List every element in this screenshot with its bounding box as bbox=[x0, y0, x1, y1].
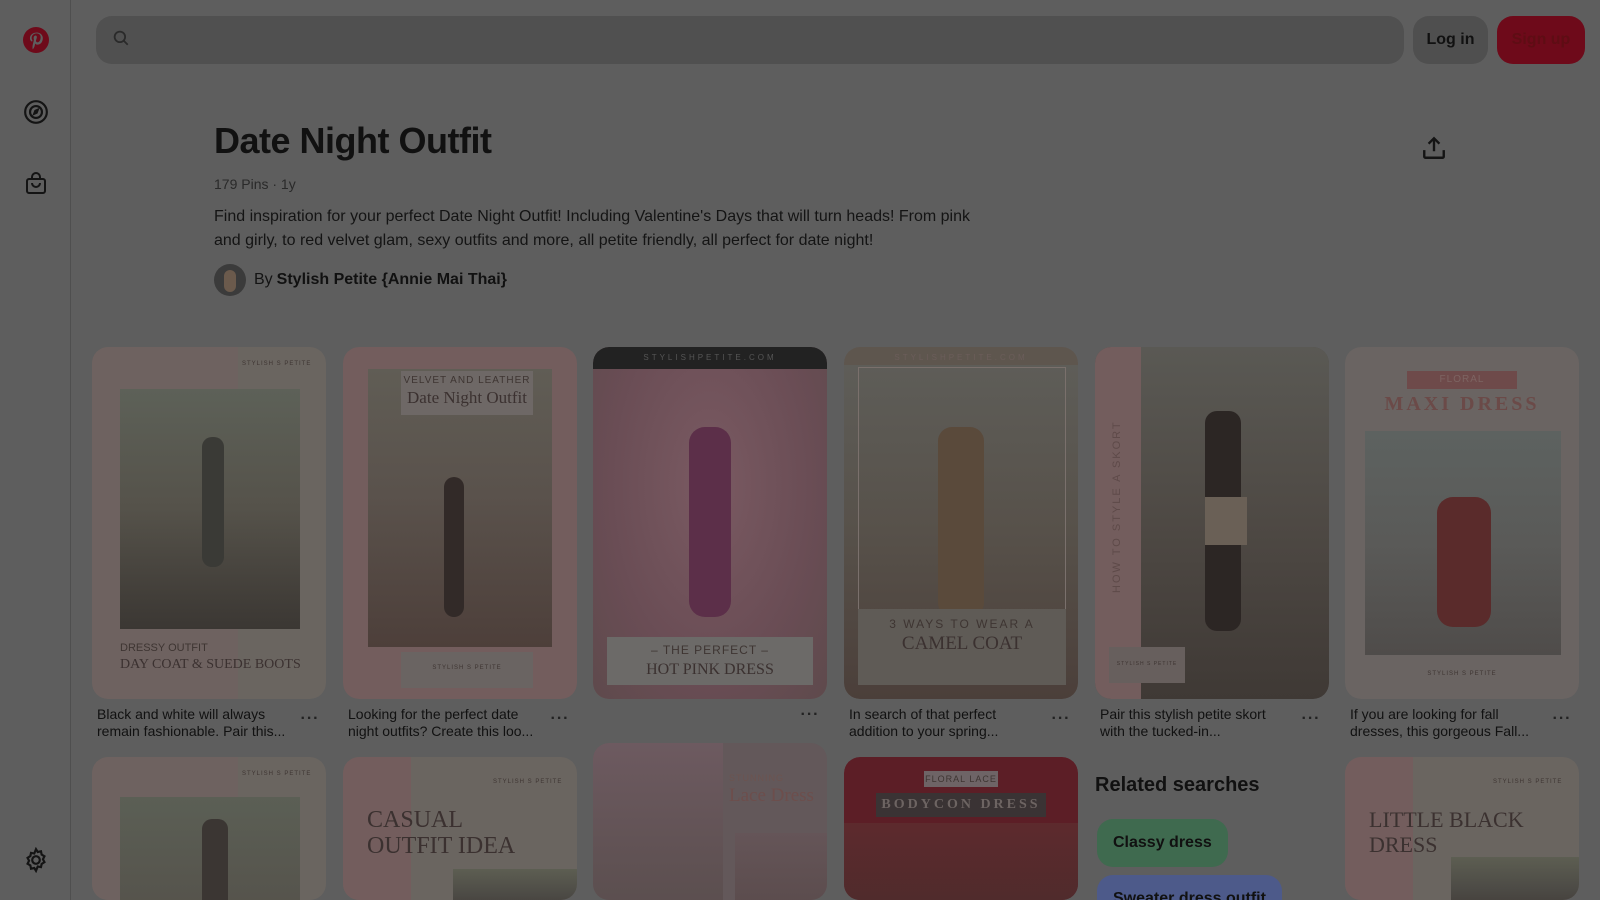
more-options-icon[interactable]: ··· bbox=[1550, 710, 1574, 728]
more-options-icon[interactable]: ··· bbox=[298, 710, 322, 728]
pin-overlay-small: STYLISHPETITE.COM bbox=[894, 353, 1028, 362]
related-chip-classy-dress[interactable]: Classy dress bbox=[1097, 819, 1228, 867]
pin-overlay-small: VELVET AND LEATHER bbox=[403, 375, 531, 386]
pin-image[interactable]: STUNNING Lace Dress bbox=[593, 743, 827, 900]
search-input[interactable] bbox=[140, 16, 1404, 64]
pin-card[interactable]: STYLISH S PETITE LITTLE BLACK DRESS bbox=[1345, 757, 1579, 900]
related-searches-title: Related searches bbox=[1095, 774, 1260, 796]
pin-brand: STYLISH S PETITE bbox=[432, 665, 502, 671]
pin-overlay-title-2: OUTFIT IDEA bbox=[367, 833, 516, 859]
pin-card[interactable]: HOW TO STYLE A SKORT STYLISH S PETITE bbox=[1095, 347, 1329, 699]
pin-brand: STYLISH S PETITE bbox=[1427, 671, 1497, 677]
pin-caption[interactable]: If you are looking for fall dresses, this… bbox=[1350, 706, 1546, 740]
pin-brand: STYLISH S PETITE bbox=[242, 771, 312, 777]
pin-brand: STYLISH S PETITE bbox=[1116, 661, 1178, 667]
pin-image[interactable]: FLORAL LACE BODYCON DRESS bbox=[844, 757, 1078, 900]
more-options-icon[interactable]: ··· bbox=[1049, 710, 1073, 728]
pin-card[interactable]: STYLISHPETITE.COM 3 WAYS TO WEAR A CAMEL… bbox=[844, 347, 1078, 699]
pin-overlay-line1: 3 WAYS TO WEAR A bbox=[889, 617, 1035, 631]
pin-caption[interactable]: In search of that perfect addition to you… bbox=[849, 706, 1045, 740]
pin-overlay-title: Date Night Outfit bbox=[407, 388, 527, 407]
pin-overlay-title: HOT PINK DRESS bbox=[646, 661, 774, 678]
pin-image[interactable]: STYLISH S PETITE bbox=[92, 757, 326, 900]
pin-image[interactable]: HOW TO STYLE A SKORT STYLISH S PETITE bbox=[1095, 347, 1329, 699]
share-icon[interactable] bbox=[1414, 128, 1454, 168]
owner-name[interactable]: Stylish Petite {Annie Mai Thai} bbox=[277, 271, 507, 289]
pin-image[interactable]: STYLISHPETITE.COM 3 WAYS TO WEAR A CAMEL… bbox=[844, 347, 1078, 699]
pin-card[interactable]: STYLISHPETITE.COM – THE PERFECT – HOT PI… bbox=[593, 347, 827, 699]
board-meta: 179 Pins · 1y bbox=[214, 176, 296, 192]
pin-overlay-line1: – THE PERFECT – bbox=[651, 643, 769, 657]
more-options-icon[interactable]: ··· bbox=[548, 710, 572, 728]
pin-overlay-title-1: CASUAL bbox=[367, 807, 464, 833]
pin-card[interactable]: FLORAL LACE BODYCON DRESS bbox=[844, 757, 1078, 900]
pin-overlay-title-1: LITTLE BLACK bbox=[1369, 807, 1524, 832]
search-icon bbox=[112, 29, 130, 52]
pin-brand: STYLISH S PETITE bbox=[1493, 779, 1563, 785]
pin-caption[interactable]: Pair this stylish petite skort with the t… bbox=[1100, 706, 1296, 740]
by-label: By bbox=[254, 271, 273, 288]
pin-image[interactable]: FLORAL MAXI DRESS STYLISH S PETITE bbox=[1345, 347, 1579, 699]
pin-image[interactable]: STYLISH S PETITE DRESSY OUTFIT DAY COAT … bbox=[92, 347, 326, 699]
pin-image[interactable]: STYLISHPETITE.COM – THE PERFECT – HOT PI… bbox=[593, 347, 827, 699]
pin-image[interactable]: STYLISH S PETITE LITTLE BLACK DRESS bbox=[1345, 757, 1579, 900]
signup-button[interactable]: Sign up bbox=[1497, 16, 1585, 64]
more-options-icon[interactable]: ··· bbox=[798, 706, 822, 724]
pin-overlay-title: Lace Dress bbox=[729, 785, 814, 806]
pin-card[interactable]: STYLISH S PETITE DRESSY OUTFIT DAY COAT … bbox=[92, 347, 326, 699]
pin-card[interactable]: STUNNING Lace Dress bbox=[593, 743, 827, 900]
related-chip-sweater-dress-outfit[interactable]: Sweater dress outfit bbox=[1097, 875, 1282, 900]
pin-image[interactable]: STYLISH S PETITE CASUAL OUTFIT IDEA bbox=[343, 757, 577, 900]
pin-card[interactable]: FLORAL MAXI DRESS STYLISH S PETITE bbox=[1345, 347, 1579, 699]
pinterest-logo-icon[interactable] bbox=[16, 20, 56, 60]
pin-overlay-small: DRESSY OUTFIT bbox=[120, 642, 208, 654]
pin-caption[interactable]: Looking for the perfect date night outfit… bbox=[348, 706, 544, 740]
pin-overlay-title-2: DRESS bbox=[1369, 832, 1438, 857]
pin-overlay-title: CAMEL COAT bbox=[901, 633, 1023, 654]
pin-overlay-title: BODYCON DRESS bbox=[881, 797, 1041, 812]
pin-card[interactable]: VELVET AND LEATHER Date Night Outfit STY… bbox=[343, 347, 577, 699]
more-options-icon[interactable]: ··· bbox=[1299, 710, 1323, 728]
gear-icon[interactable] bbox=[16, 840, 56, 880]
login-button[interactable]: Log in bbox=[1413, 16, 1488, 64]
board-owner[interactable]: By Stylish Petite {Annie Mai Thai} bbox=[214, 264, 507, 296]
compass-icon[interactable] bbox=[16, 92, 56, 132]
pin-overlay-title: MAXI DRESS bbox=[1384, 393, 1540, 415]
pin-caption[interactable]: Black and white will always remain fashio… bbox=[97, 706, 293, 740]
pin-card[interactable]: STYLISH S PETITE CASUAL OUTFIT IDEA bbox=[343, 757, 577, 900]
pin-overlay-small: HOW TO STYLE A SKORT bbox=[1111, 420, 1123, 593]
pin-overlay-small: FLORAL LACE bbox=[925, 774, 997, 784]
left-sidebar bbox=[0, 0, 71, 900]
search-bar[interactable] bbox=[96, 16, 1404, 64]
board-title: Date Night Outfit bbox=[214, 120, 492, 161]
shopping-bag-icon[interactable] bbox=[16, 163, 56, 203]
pin-overlay-small: FLORAL bbox=[1439, 374, 1485, 385]
pin-brand: STYLISH S PETITE bbox=[242, 361, 312, 367]
board-description: Find inspiration for your perfect Date N… bbox=[214, 208, 970, 249]
pin-brand: STYLISH S PETITE bbox=[493, 779, 563, 785]
pin-overlay-small: STYLISHPETITE.COM bbox=[643, 353, 777, 362]
pin-overlay-small: STUNNING bbox=[729, 773, 784, 783]
pin-overlay-title: DAY COAT & SUEDE BOOTS bbox=[120, 657, 301, 672]
pin-card[interactable]: STYLISH S PETITE bbox=[92, 757, 326, 900]
pin-image[interactable]: VELVET AND LEATHER Date Night Outfit STY… bbox=[343, 347, 577, 699]
avatar[interactable] bbox=[214, 264, 246, 296]
